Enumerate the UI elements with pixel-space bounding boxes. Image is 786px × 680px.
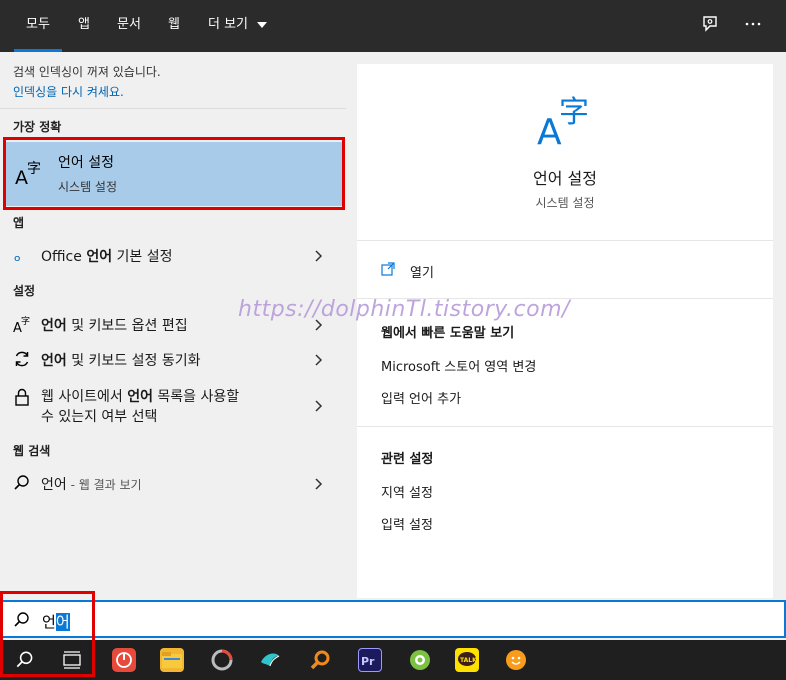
- highlight-box: [0, 591, 95, 677]
- list-item-web-search[interactable]: 언어 - 웹 결과 보기: [0, 468, 346, 498]
- index-off-notice: 검색 인덱싱이 꺼져 있습니다.: [13, 65, 161, 79]
- caret-down-icon: [257, 21, 268, 28]
- apps-heading: 앱: [13, 216, 25, 230]
- tab-web[interactable]: 웹: [168, 0, 180, 52]
- app-green-circle-icon[interactable]: [408, 648, 432, 672]
- list-item-office-language[interactable]: ᵒ Office 언어 기본 설정: [0, 242, 346, 270]
- list-item-website-language-list[interactable]: 웹 사이트에서 언어 목록을 사용할 수 있는지 여부 선택: [0, 382, 346, 430]
- chevron-right-icon: [315, 354, 323, 366]
- results-panel: 검색 인덱싱이 꺼져 있습니다. 인덱싱을 다시 켜세요. 가장 정확 A 字 …: [0, 52, 346, 598]
- svg-text:字: 字: [559, 95, 589, 130]
- open-icon: [381, 262, 395, 276]
- list-item-sync-settings[interactable]: 언어 및 키보드 설정 동기화: [0, 343, 346, 375]
- tab-more[interactable]: 더 보기: [208, 0, 268, 52]
- tab-all[interactable]: 모두: [14, 0, 62, 52]
- related-link-region[interactable]: 지역 설정: [381, 482, 433, 501]
- tab-label: 문서: [117, 17, 141, 32]
- tab-label: 웹: [168, 17, 180, 32]
- premiere-pro-icon[interactable]: Pr: [358, 648, 382, 672]
- language-icon: A 字: [537, 95, 589, 146]
- help-link-add-input-language[interactable]: 입력 언어 추가: [381, 388, 461, 407]
- screen-capture-icon[interactable]: [210, 648, 234, 672]
- svg-text:字: 字: [21, 315, 30, 327]
- turn-on-indexing-link[interactable]: 인덱싱을 다시 켜세요.: [13, 83, 124, 100]
- svg-text:ᵒ: ᵒ: [14, 251, 21, 268]
- list-item-label-line2: 수 있는지 여부 선택: [41, 409, 158, 425]
- app-emoticon-icon[interactable]: [504, 648, 528, 672]
- search-icon: [14, 475, 29, 490]
- tab-label: 모두: [26, 17, 50, 32]
- detail-title: 언어 설정: [533, 169, 597, 188]
- list-item-label: 언어 및 키보드 옵션 편집: [41, 318, 188, 334]
- help-link-store-region[interactable]: Microsoft 스토어 영역 변경: [381, 356, 536, 375]
- kakaotalk-icon[interactable]: TALK: [455, 648, 479, 672]
- divider: [0, 108, 346, 109]
- search-box[interactable]: 언어: [0, 600, 786, 638]
- related-settings-heading: 관련 설정: [381, 452, 434, 467]
- start-search-window: 모두 앱 문서 웹 더 보기 검색 인덱싱이 꺼져 있습니다. 인덱싱을 다시 …: [0, 0, 786, 680]
- divider: [357, 240, 773, 241]
- highlight-box: [3, 137, 345, 210]
- list-item-label: 언어 및 키보드 설정 동기화: [41, 353, 201, 369]
- sync-icon: [15, 351, 29, 367]
- more-options-icon[interactable]: [742, 14, 764, 36]
- list-item-label: 언어 - 웹 결과 보기: [41, 477, 142, 493]
- divider: [357, 426, 773, 427]
- chevron-right-icon: [315, 250, 323, 262]
- list-item-label: 웹 사이트에서 언어 목록을 사용할: [41, 389, 240, 405]
- svg-text:Pr: Pr: [361, 655, 375, 668]
- detail-panel: A 字 언어 설정 시스템 설정 열기 웹에서 빠른 도움말 보기 Micros…: [357, 64, 773, 598]
- chevron-right-icon: [315, 478, 323, 490]
- tab-label: 앱: [78, 17, 90, 32]
- watermark-text: https://dolphinTl.tistory.com/: [238, 297, 570, 322]
- lock-icon: [15, 388, 29, 406]
- best-match-heading: 가장 정확: [13, 120, 62, 134]
- web-help-heading: 웹에서 빠른 도움말 보기: [381, 326, 515, 341]
- detail-subtitle: 시스템 설정: [535, 196, 595, 210]
- app-magnifier-icon[interactable]: [308, 648, 332, 672]
- app-power-icon[interactable]: [112, 648, 136, 672]
- related-link-input[interactable]: 입력 설정: [381, 514, 433, 533]
- settings-heading: 설정: [13, 284, 36, 298]
- tab-label: 더 보기: [208, 17, 249, 32]
- language-icon: A 字: [13, 315, 30, 334]
- office-language-icon: ᵒ: [14, 251, 21, 268]
- chevron-right-icon: [315, 400, 323, 412]
- app-bird-icon[interactable]: [258, 648, 282, 672]
- search-filter-bar: 모두 앱 문서 웹 더 보기: [0, 0, 786, 52]
- web-search-heading: 웹 검색: [13, 444, 51, 458]
- file-explorer-icon[interactable]: [160, 648, 184, 672]
- tab-documents[interactable]: 문서: [117, 0, 141, 52]
- taskbar: Pr TALK: [0, 640, 786, 680]
- tab-apps[interactable]: 앱: [78, 0, 90, 52]
- feedback-icon[interactable]: [700, 14, 722, 36]
- svg-text:TALK: TALK: [460, 657, 477, 664]
- open-label: 열기: [410, 266, 434, 281]
- list-item-label: Office 언어 기본 설정: [41, 249, 173, 265]
